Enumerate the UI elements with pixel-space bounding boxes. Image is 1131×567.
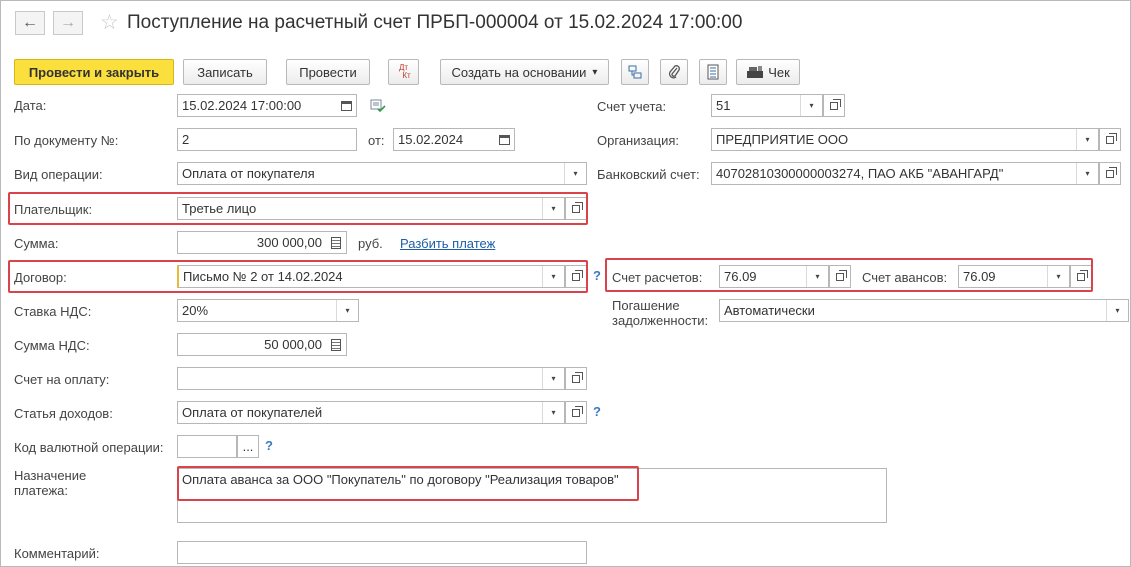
chevron-down-icon[interactable]: ▾ [1106,300,1128,321]
chevron-down-icon[interactable]: ▾ [1076,129,1098,150]
invoice-label: Счет на оплату: [14,372,110,387]
highlight-purpose [177,466,639,501]
organization-label: Организация: [597,133,680,148]
invoice-field[interactable]: ▾ [177,367,565,390]
document-window: ← → ☆ Поступление на расчетный счет ПРБП… [0,0,1131,567]
chevron-down-icon[interactable]: ▾ [564,163,586,184]
open-icon [572,371,583,383]
vat-amount-label: Сумма НДС: [14,338,90,353]
dt-kt-button[interactable]: Дт Кт [388,59,419,85]
open-icon [1106,166,1117,178]
open-bank-account-button[interactable] [1099,162,1121,185]
highlight-payer [8,192,588,225]
calculator-icon[interactable] [326,334,346,355]
open-icon [830,98,841,110]
favorite-star-icon[interactable]: ☆ [100,10,119,35]
operation-type-select[interactable]: Оплата от покупателя ▾ [177,162,587,185]
doc-date-label: от: [368,133,385,148]
help-icon[interactable]: ? [593,268,601,283]
debt-repayment-select[interactable]: Автоматически ▾ [719,299,1129,322]
chevron-down-icon: ▾ [592,66,598,78]
forward-button[interactable]: → [53,11,83,35]
arrow-right-icon: → [60,14,76,31]
chevron-down-icon[interactable]: ▾ [800,95,822,116]
highlight-accounts [605,258,1093,292]
chevron-down-icon[interactable]: ▾ [542,402,564,423]
page-title: Поступление на расчетный счет ПРБП-00000… [127,12,743,33]
calendar-icon[interactable] [494,129,514,150]
open-invoice-button[interactable] [565,367,587,390]
organization-field[interactable]: ПРЕДПРИЯТИЕ ООО ▾ [711,128,1099,151]
chevron-down-icon[interactable]: ▾ [1076,163,1098,184]
open-account-button[interactable] [823,94,845,117]
account-field[interactable]: 51 ▾ [711,94,823,117]
amount-label: Сумма: [14,236,59,251]
bank-account-label: Банковский счет: [597,167,700,182]
open-income-item-button[interactable] [565,401,587,424]
back-button[interactable]: ← [15,11,45,35]
currency-label: руб. [358,236,383,251]
bank-account-field[interactable]: 40702810300000003274, ПАО АКБ "АВАНГАРД"… [711,162,1099,185]
split-payment-link[interactable]: Разбить платеж [400,236,495,251]
document-list-icon [707,64,719,80]
dt-kt-icon: Дт Кт [398,63,411,80]
check-document-icon[interactable] [370,99,386,116]
currency-op-code-select-button[interactable]: ... [237,435,259,458]
date-field[interactable]: 15.02.2024 17:00:00 [177,94,357,117]
date-label: Дата: [14,98,47,113]
vat-amount-field[interactable]: 50 000,00 [177,333,347,356]
open-organization-button[interactable] [1099,128,1121,151]
purpose-label: Назначение платежа: [14,468,87,498]
comment-label: Комментарий: [14,546,100,561]
attach-button[interactable] [660,59,688,85]
open-icon [572,405,583,417]
receipt-button[interactable]: Чек [736,59,800,85]
highlight-contract [8,260,588,293]
currency-op-code-label: Код валютной операции: [14,440,164,455]
calculator-icon[interactable] [326,232,346,253]
hierarchy-icon [628,65,642,79]
help-icon[interactable]: ? [593,404,601,419]
paperclip-icon [668,65,680,79]
save-button[interactable]: Записать [183,59,267,85]
vat-rate-select[interactable]: 20% ▾ [177,299,359,322]
post-and-close-button[interactable]: Провести и закрыть [14,59,174,85]
vat-rate-label: Ставка НДС: [14,304,92,319]
account-label: Счет учета: [597,99,667,114]
doc-number-field[interactable]: 2 [177,128,357,151]
create-based-on-button[interactable]: Создать на основании ▾ [440,59,609,85]
income-item-label: Статья доходов: [14,406,113,421]
report-button[interactable] [699,59,727,85]
arrow-left-icon: ← [22,14,38,31]
operation-type-label: Вид операции: [14,167,103,182]
post-button[interactable]: Провести [286,59,370,85]
open-icon [1106,132,1117,144]
chevron-down-icon[interactable]: ▾ [336,300,358,321]
doc-number-label: По документу №: [14,133,119,148]
structure-button[interactable] [621,59,649,85]
chevron-down-icon[interactable]: ▾ [542,368,564,389]
cash-register-icon [747,66,764,78]
comment-field[interactable] [177,541,587,564]
debt-repayment-label: Погашение задолженности: [612,298,709,328]
calendar-icon[interactable] [336,95,356,116]
doc-date-field[interactable]: 15.02.2024 [393,128,515,151]
currency-op-code-field[interactable] [177,435,237,458]
help-icon[interactable]: ? [265,438,273,453]
income-item-field[interactable]: Оплата от покупателей ▾ [177,401,565,424]
amount-field[interactable]: 300 000,00 [177,231,347,254]
